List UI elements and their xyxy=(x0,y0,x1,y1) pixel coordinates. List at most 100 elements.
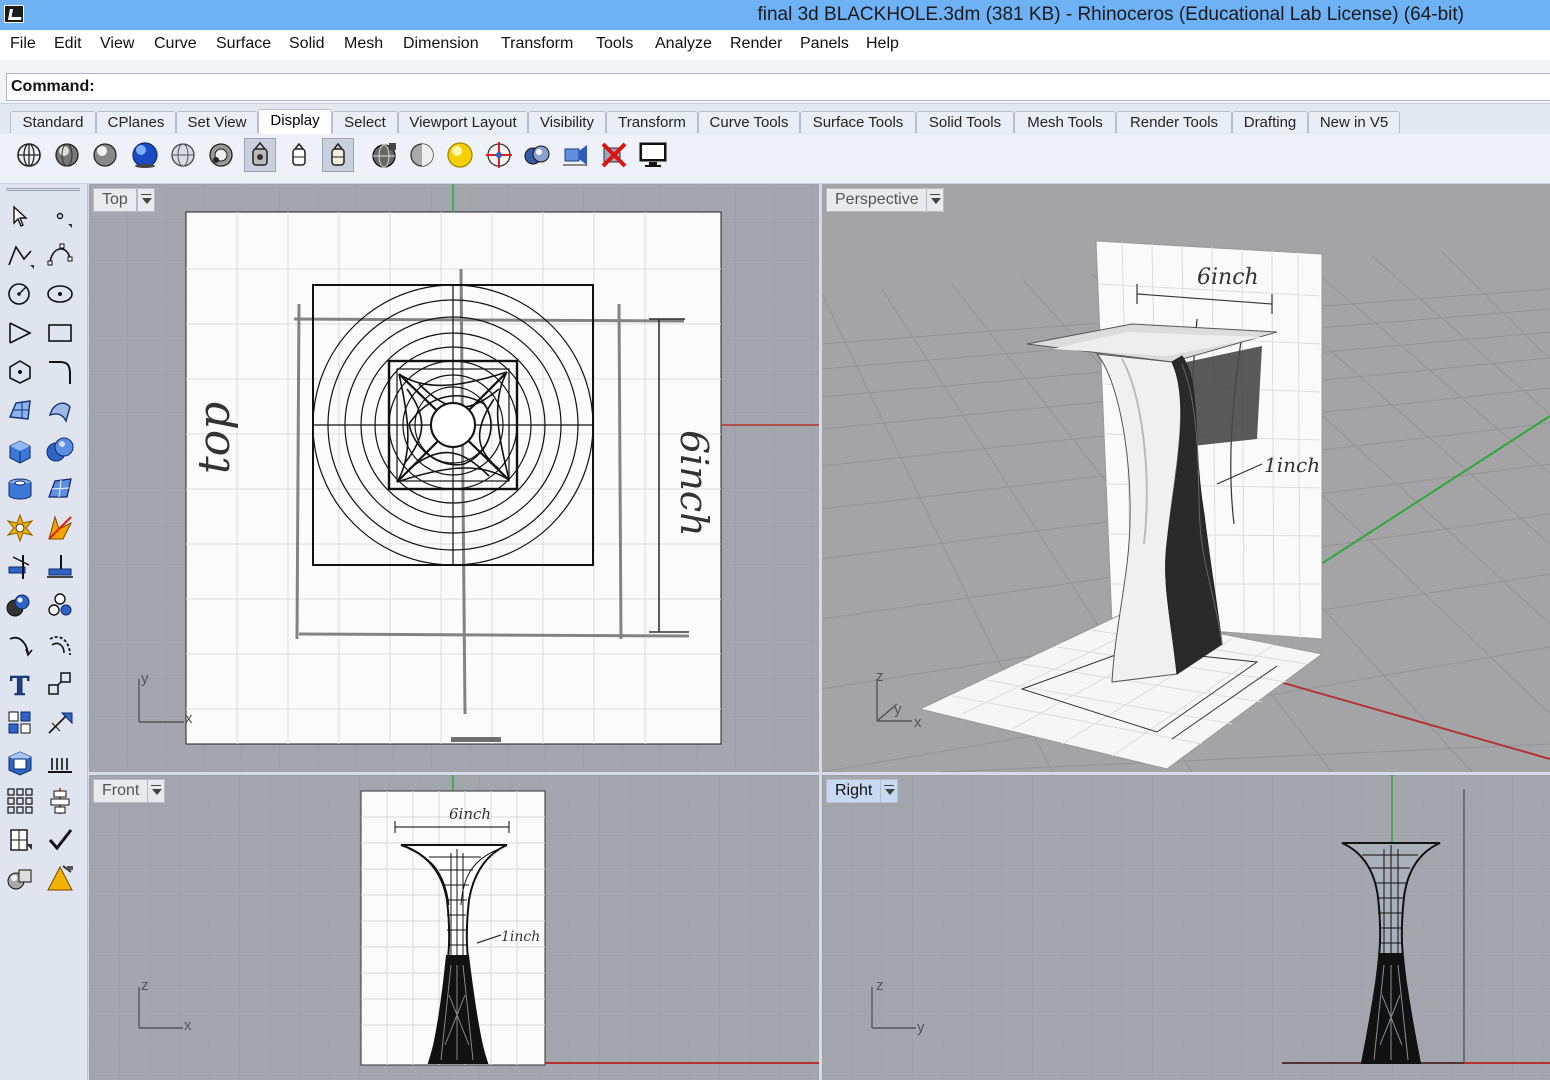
explode-icon[interactable] xyxy=(4,512,36,544)
cplane-grid-icon[interactable] xyxy=(483,138,515,172)
grid-snap-icon[interactable] xyxy=(4,707,36,739)
tab-viewport-layout[interactable]: Viewport Layout xyxy=(398,111,528,133)
scale-icon[interactable] xyxy=(44,668,76,700)
split-icon[interactable] xyxy=(4,551,36,583)
tab-select[interactable]: Select xyxy=(332,111,398,133)
wireframe-icon[interactable] xyxy=(13,138,45,172)
viewport-menu-arrow-front[interactable] xyxy=(147,779,165,803)
ghosted-icon[interactable] xyxy=(129,138,161,172)
menu-edit[interactable]: Edit xyxy=(54,35,82,53)
viewport-label-front[interactable]: Front xyxy=(93,779,149,803)
menu-file[interactable]: File xyxy=(10,35,36,53)
artistic-icon[interactable] xyxy=(283,138,315,172)
extend-icon[interactable] xyxy=(44,551,76,583)
mesh-plane-icon[interactable] xyxy=(44,473,76,505)
menu-help[interactable]: Help xyxy=(866,35,899,53)
menu-panels[interactable]: Panels xyxy=(800,35,849,53)
monitor-icon[interactable] xyxy=(637,138,669,172)
ellipse-icon[interactable] xyxy=(44,278,76,310)
surface-edge-icon[interactable] xyxy=(44,395,76,427)
menu-render[interactable]: Render xyxy=(730,35,782,53)
menu-curve[interactable]: Curve xyxy=(154,35,197,53)
blend-curve-icon[interactable] xyxy=(44,629,76,661)
select-arrow-icon[interactable] xyxy=(4,200,36,232)
block-icon[interactable] xyxy=(4,746,36,778)
align-icon[interactable] xyxy=(44,785,76,817)
tab-mesh-tools[interactable]: Mesh Tools xyxy=(1014,111,1116,133)
light-icon[interactable] xyxy=(44,863,76,895)
tab-display[interactable]: Display xyxy=(258,109,332,134)
top-axis-x-label: x xyxy=(185,710,193,727)
menu-transform[interactable]: Transform xyxy=(501,35,573,53)
polygon-icon[interactable] xyxy=(4,356,36,388)
group-icon[interactable] xyxy=(4,590,36,622)
viewport-label-right[interactable]: Right xyxy=(826,779,882,803)
viewport-top[interactable]: top 6inch y x Top xyxy=(89,184,819,772)
rectangle-icon[interactable] xyxy=(44,317,76,349)
tab-new-in-v5[interactable]: New in V5 xyxy=(1308,111,1400,133)
trim-icon[interactable] xyxy=(44,512,76,544)
palette-grip[interactable] xyxy=(6,188,80,191)
tab-render-tools[interactable]: Render Tools xyxy=(1116,111,1232,133)
polyline-icon[interactable] xyxy=(4,239,36,271)
technical-icon[interactable] xyxy=(205,138,237,172)
tab-set-view[interactable]: Set View xyxy=(176,111,258,133)
xray-icon[interactable] xyxy=(167,138,199,172)
analyze-icon[interactable] xyxy=(4,824,36,856)
viewport-label-perspective[interactable]: Perspective xyxy=(826,188,928,212)
perspective-viewport-canvas: 6inch 1inch xyxy=(822,240,1550,772)
viewport-right[interactable]: z y Right xyxy=(822,775,1550,1080)
tab-curve-tools[interactable]: Curve Tools xyxy=(698,111,800,133)
right-viewport-canvas xyxy=(822,775,1550,1080)
render-objects-icon[interactable] xyxy=(4,863,36,895)
viewport-label-top[interactable]: Top xyxy=(93,188,137,212)
offset-curve-icon[interactable] xyxy=(4,629,36,661)
viewport-front[interactable]: 6inch 1inch z x Front xyxy=(89,775,819,1080)
rendered-icon[interactable] xyxy=(89,138,121,172)
shade-selected-icon[interactable] xyxy=(406,138,438,172)
text-icon[interactable]: T xyxy=(4,668,36,700)
box-solid-icon[interactable] xyxy=(4,434,36,466)
check-icon[interactable] xyxy=(44,824,76,856)
viewport-perspective[interactable]: 6inch 1inch z y x Perspective xyxy=(822,184,1550,772)
tab-drafting[interactable]: Drafting xyxy=(1232,111,1308,133)
dimension-icon[interactable] xyxy=(44,707,76,739)
menu-analyze[interactable]: Analyze xyxy=(655,35,712,53)
menu-view[interactable]: View xyxy=(100,35,134,53)
curve-control-points-icon[interactable] xyxy=(44,239,76,271)
solid-union-icon[interactable] xyxy=(44,434,76,466)
hatch-icon[interactable] xyxy=(44,746,76,778)
command-input[interactable] xyxy=(99,77,1499,97)
shaded-icon[interactable] xyxy=(51,138,83,172)
tab-standard[interactable]: Standard xyxy=(10,111,96,133)
menu-tools[interactable]: Tools xyxy=(596,35,633,53)
menu-dimension[interactable]: Dimension xyxy=(403,35,479,53)
array-points-icon[interactable] xyxy=(44,590,76,622)
fillet-curve-icon[interactable] xyxy=(44,356,76,388)
persp-axis-y-label: y xyxy=(894,701,902,718)
array-icon[interactable] xyxy=(4,785,36,817)
clipping-plane-icon[interactable] xyxy=(521,138,553,172)
close-display-icon[interactable] xyxy=(598,138,630,172)
menu-surface[interactable]: Surface xyxy=(216,35,271,53)
menu-solid[interactable]: Solid xyxy=(289,35,325,53)
menu-mesh[interactable]: Mesh xyxy=(344,35,383,53)
tab-visibility[interactable]: Visibility xyxy=(528,111,606,133)
viewport-menu-arrow-right[interactable] xyxy=(880,779,898,803)
surface-corner-points-icon[interactable] xyxy=(4,395,36,427)
point-icon[interactable] xyxy=(44,200,76,232)
circle-icon[interactable] xyxy=(4,278,36,310)
display-mode-icon[interactable] xyxy=(368,138,400,172)
tab-cplanes[interactable]: CPlanes xyxy=(96,111,176,133)
viewport-menu-arrow-top[interactable] xyxy=(137,188,155,212)
cylinder-icon[interactable] xyxy=(4,473,36,505)
arc-icon[interactable] xyxy=(4,317,36,349)
tab-surface-tools[interactable]: Surface Tools xyxy=(800,111,916,133)
custom-display-icon[interactable] xyxy=(322,138,354,172)
pen-icon[interactable] xyxy=(244,138,276,172)
sun-light-icon[interactable] xyxy=(444,138,476,172)
toggle-visibility-icon[interactable] xyxy=(559,138,591,172)
tab-transform[interactable]: Transform xyxy=(606,111,698,133)
tab-solid-tools[interactable]: Solid Tools xyxy=(916,111,1014,133)
viewport-menu-arrow-perspective[interactable] xyxy=(926,188,944,212)
